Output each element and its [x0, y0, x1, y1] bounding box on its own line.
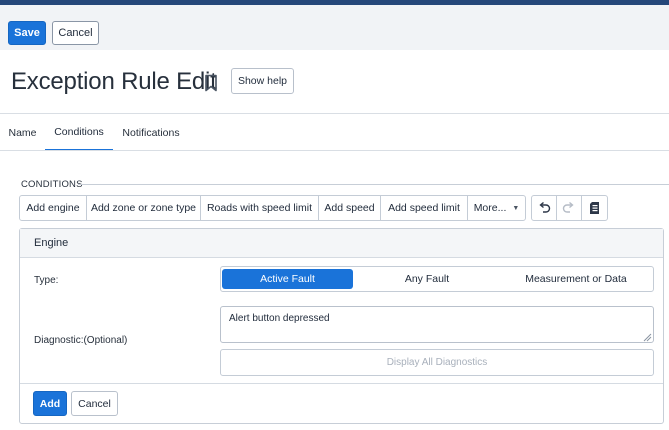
tab-bar: Name Conditions Notifications	[0, 114, 669, 152]
page-title: Exception Rule Edit	[11, 68, 217, 95]
engine-condition-panel: Engine Type: Active Fault Any Fault Meas…	[19, 228, 664, 424]
type-selector: Active Fault Any Fault Measurement or Da…	[220, 266, 654, 292]
more-label: More...	[473, 202, 507, 214]
document-button[interactable]	[582, 196, 607, 220]
diagnostic-label: Diagnostic:(Optional)	[34, 335, 128, 346]
type-option-any-fault[interactable]: Any Fault	[353, 269, 501, 289]
panel-title: Engine	[20, 229, 663, 258]
cancel-button[interactable]: Cancel	[52, 21, 99, 45]
type-option-active-fault[interactable]: Active Fault	[222, 269, 353, 289]
action-bar: Save Cancel	[0, 5, 669, 50]
type-option-measurement[interactable]: Measurement or Data	[501, 269, 651, 289]
conditions-section-label: CONDITIONS	[21, 179, 83, 190]
tab-name[interactable]: Name	[0, 114, 45, 151]
redo-button[interactable]	[557, 196, 582, 220]
more-dropdown-button[interactable]: More... ▼	[468, 196, 525, 220]
tab-notifications[interactable]: Notifications	[113, 114, 189, 151]
add-speed-limit-button[interactable]: Add speed limit	[381, 196, 468, 220]
diagnostic-input[interactable]: Alert button depressed	[220, 306, 654, 343]
tab-conditions[interactable]: Conditions	[45, 114, 113, 151]
show-help-button[interactable]: Show help	[231, 68, 294, 94]
conditions-toolbar: Add engine Add zone or zone type Roads w…	[19, 195, 526, 221]
cancel-condition-button[interactable]: Cancel	[71, 391, 118, 416]
bookmark-icon[interactable]	[204, 74, 218, 92]
divider	[20, 383, 663, 384]
add-zone-button[interactable]: Add zone or zone type	[87, 196, 201, 220]
type-label: Type:	[34, 275, 59, 286]
save-button[interactable]: Save	[8, 21, 46, 45]
chevron-down-icon: ▼	[512, 204, 520, 212]
add-speed-button[interactable]: Add speed	[319, 196, 381, 220]
undo-icon	[539, 201, 551, 213]
resize-grip-icon[interactable]	[643, 333, 652, 342]
add-engine-button[interactable]: Add engine	[20, 196, 87, 220]
history-toolbar	[531, 195, 608, 221]
redo-icon	[562, 201, 574, 213]
divider	[0, 150, 669, 151]
document-icon	[589, 202, 599, 214]
display-all-diagnostics-button[interactable]: Display All Diagnostics	[220, 349, 654, 376]
undo-button[interactable]	[532, 196, 557, 220]
add-button[interactable]: Add	[33, 391, 67, 416]
roads-speed-limit-button[interactable]: Roads with speed limit	[201, 196, 319, 220]
section-divider	[78, 184, 669, 185]
